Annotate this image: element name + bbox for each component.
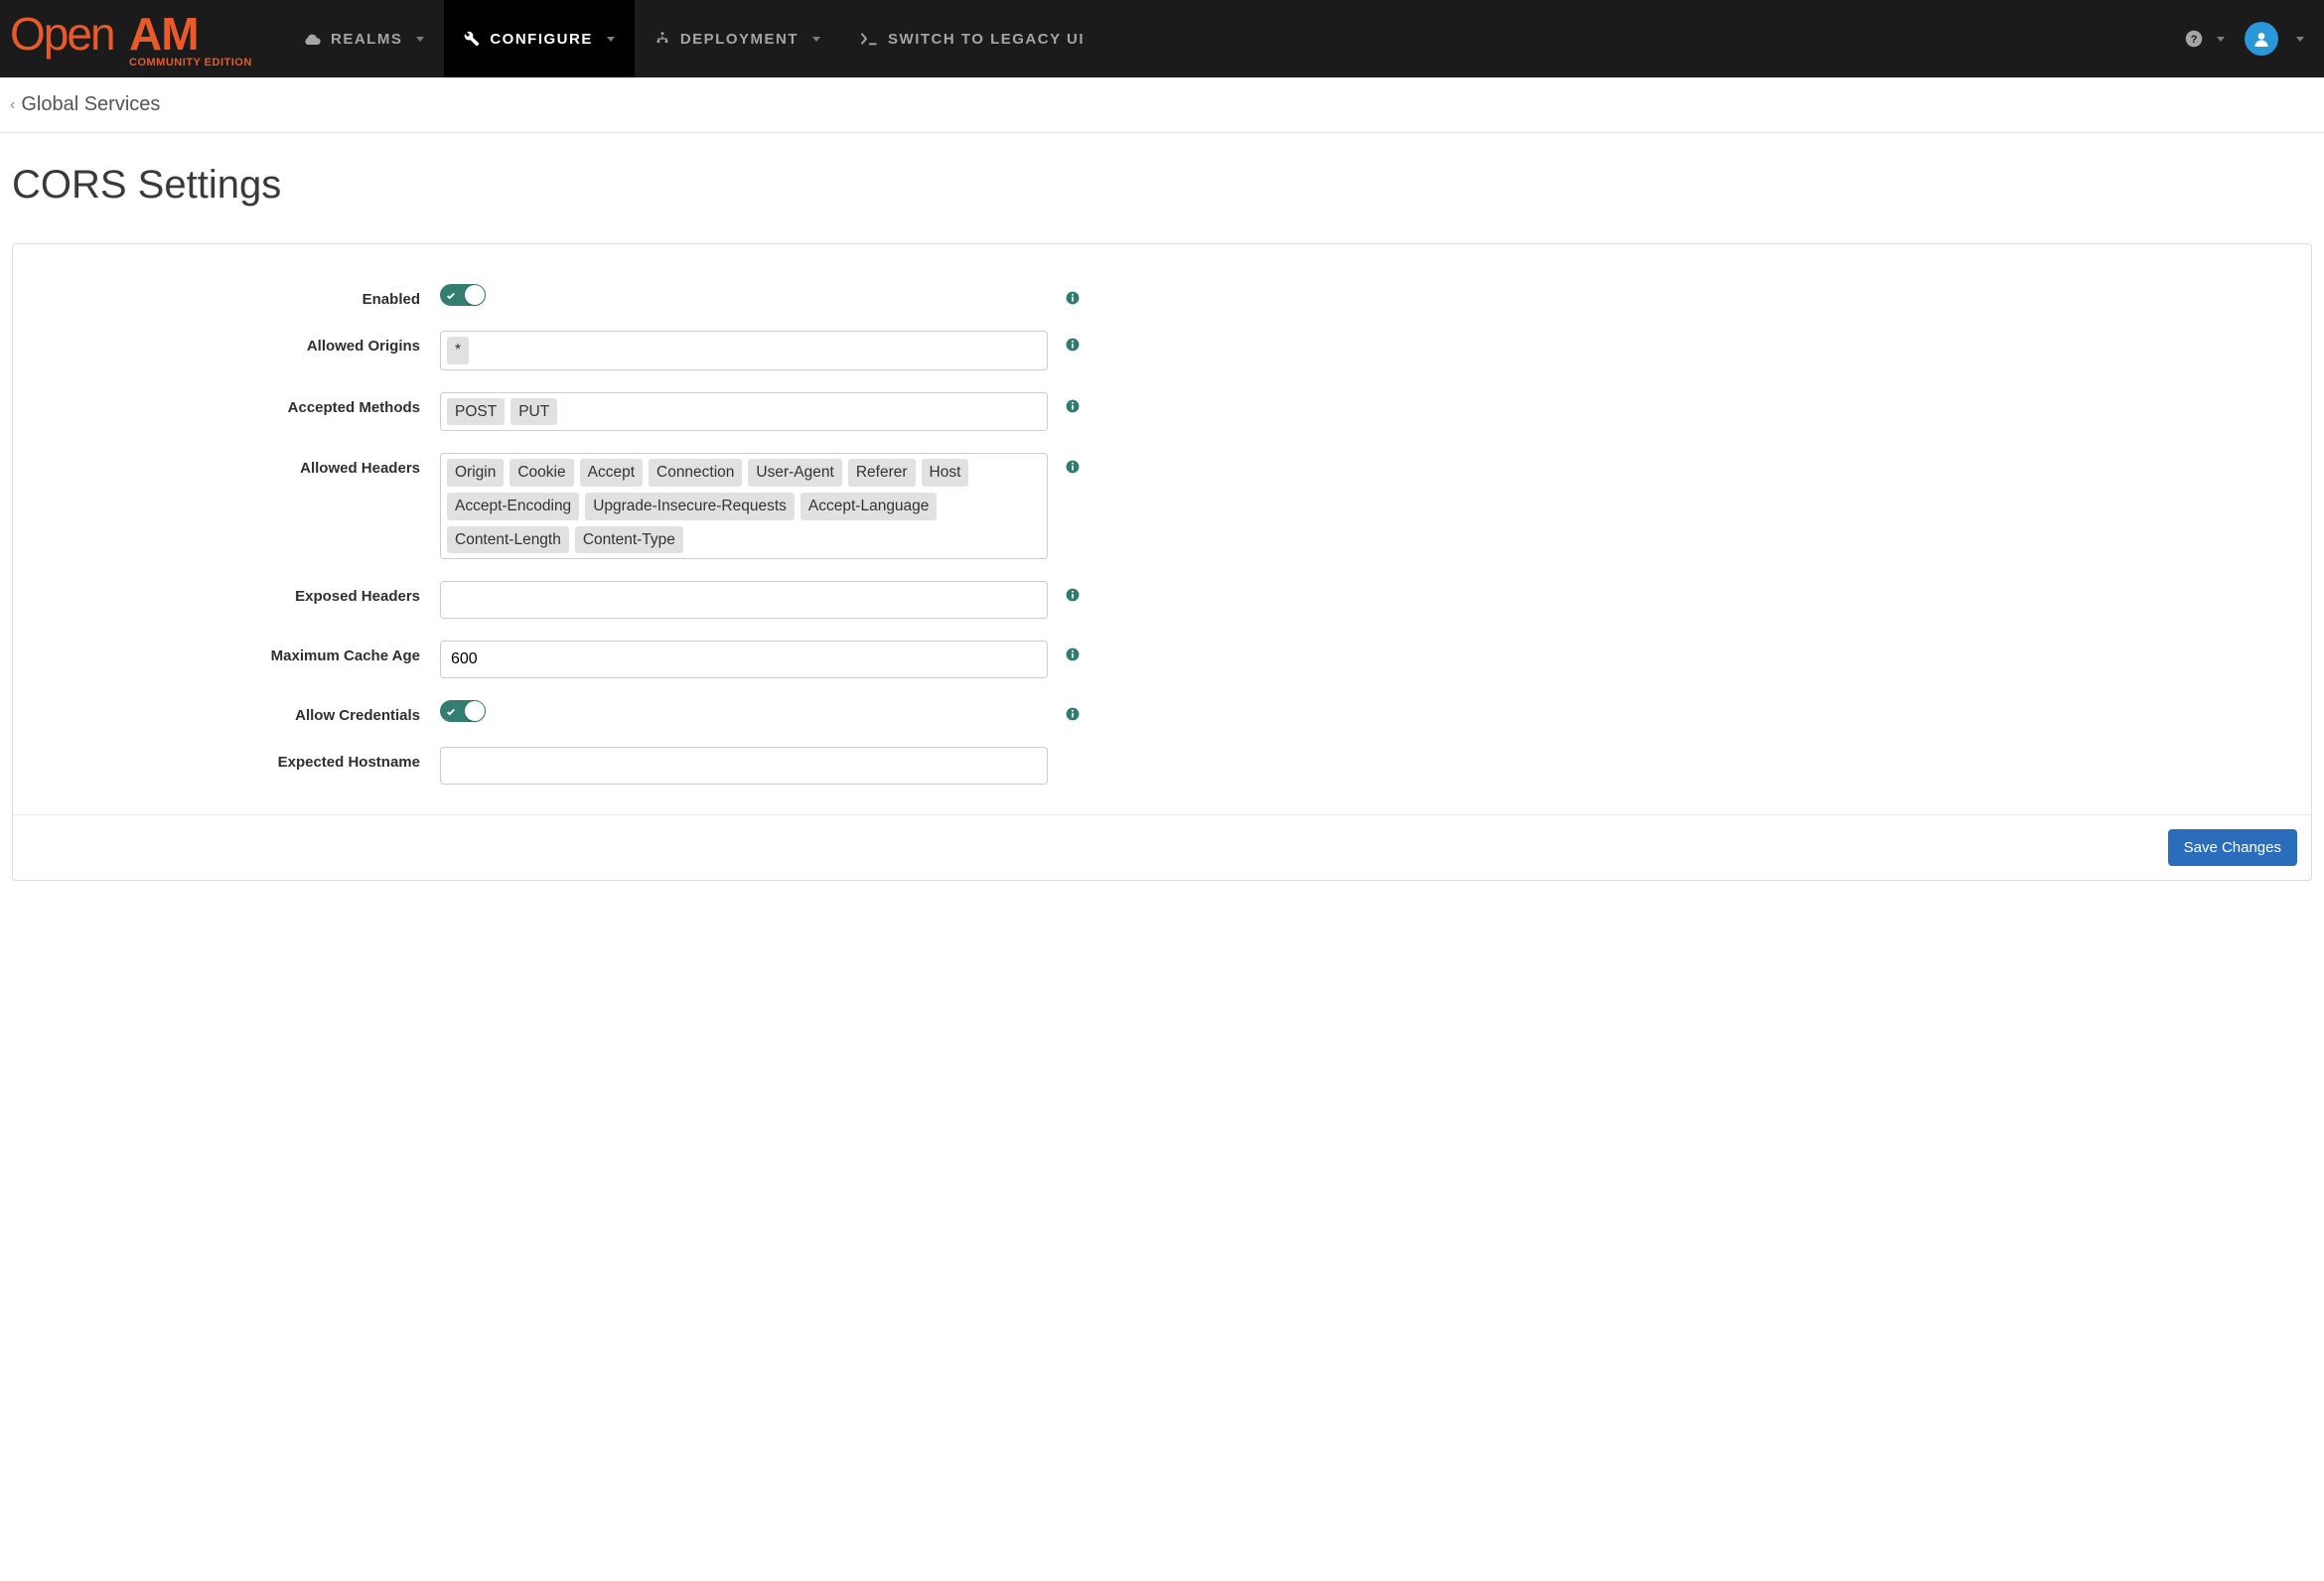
info-icon[interactable]: [1066, 338, 1080, 352]
tag[interactable]: POST: [447, 398, 505, 426]
wrench-icon: [464, 31, 480, 47]
label-allowed-origins: Allowed Origins: [43, 331, 440, 355]
caret-down-icon: [2296, 37, 2304, 42]
nav-right: ?: [2173, 22, 2324, 56]
svg-text:Open: Open: [10, 8, 114, 60]
help-button[interactable]: ?: [2173, 30, 2237, 48]
caret-down-icon: [812, 37, 820, 42]
row-enabled: Enabled: [43, 284, 2281, 309]
tag[interactable]: Content-Length: [447, 526, 569, 554]
svg-text:?: ?: [2191, 34, 2198, 46]
input-allowed-headers[interactable]: OriginCookieAcceptConnectionUser-AgentRe…: [440, 453, 1048, 559]
toggle-enabled[interactable]: [440, 284, 486, 306]
sitemap-icon: [654, 31, 670, 47]
nav-deployment[interactable]: DEPLOYMENT: [635, 0, 840, 77]
row-accepted-methods: Accepted Methods POSTPUT: [43, 392, 2281, 432]
tag[interactable]: Cookie: [509, 459, 573, 487]
label-enabled: Enabled: [43, 284, 440, 308]
nav-legacy[interactable]: SWITCH TO LEGACY UI: [840, 0, 1104, 77]
tag[interactable]: Referer: [848, 459, 916, 487]
caret-down-icon: [416, 37, 424, 42]
label-accepted-methods: Accepted Methods: [43, 392, 440, 416]
tag[interactable]: Connection: [649, 459, 742, 487]
caret-down-icon: [2217, 37, 2225, 42]
cloud-icon: [303, 32, 321, 46]
breadcrumb: ‹ Global Services: [0, 77, 2324, 133]
nav-realms-label: REALMS: [331, 31, 402, 48]
logo[interactable]: Open AM COMMUNITY EDITION: [0, 8, 283, 70]
nav-configure[interactable]: CONFIGURE: [444, 0, 635, 77]
top-nav: Open AM COMMUNITY EDITION REALMS CONFIGU…: [0, 0, 2324, 77]
tag[interactable]: Accept: [580, 459, 643, 487]
tag[interactable]: Accept-Encoding: [447, 493, 579, 520]
tag[interactable]: Host: [922, 459, 969, 487]
info-icon[interactable]: [1066, 460, 1080, 474]
check-icon: [446, 704, 456, 721]
user-icon: [2253, 31, 2269, 47]
tag[interactable]: Origin: [447, 459, 504, 487]
label-allow-credentials: Allow Credentials: [43, 700, 440, 724]
tag[interactable]: PUT: [510, 398, 557, 426]
info-icon[interactable]: [1066, 647, 1080, 661]
label-max-cache-age: Maximum Cache Age: [43, 641, 440, 664]
terminal-icon: [860, 32, 878, 46]
nav-deployment-label: DEPLOYMENT: [680, 31, 799, 48]
user-menu[interactable]: [2245, 22, 2304, 56]
settings-panel: Enabled Allowed Origins * Accepted Metho…: [12, 243, 2312, 881]
svg-text:COMMUNITY EDITION: COMMUNITY EDITION: [129, 57, 252, 69]
row-max-cache-age: Maximum Cache Age: [43, 641, 2281, 678]
tag[interactable]: User-Agent: [748, 459, 841, 487]
input-accepted-methods[interactable]: POSTPUT: [440, 392, 1048, 432]
input-expected-hostname[interactable]: [440, 747, 1048, 785]
nav-configure-label: CONFIGURE: [490, 31, 593, 48]
caret-down-icon: [607, 37, 615, 42]
avatar: [2245, 22, 2278, 56]
input-allowed-origins[interactable]: *: [440, 331, 1048, 370]
info-icon[interactable]: [1066, 291, 1080, 305]
info-icon[interactable]: [1066, 588, 1080, 602]
check-icon: [446, 288, 456, 305]
input-max-cache-age[interactable]: [440, 641, 1048, 678]
nav-realms[interactable]: REALMS: [283, 0, 444, 77]
nav-items: REALMS CONFIGURE DEPLOYMENT SWITCH TO LE…: [283, 0, 2173, 77]
page-title: CORS Settings: [12, 163, 2312, 208]
row-allowed-headers: Allowed Headers OriginCookieAcceptConnec…: [43, 453, 2281, 559]
row-expected-hostname: Expected Hostname: [43, 747, 2281, 785]
label-exposed-headers: Exposed Headers: [43, 581, 440, 605]
nav-legacy-label: SWITCH TO LEGACY UI: [888, 31, 1085, 48]
row-allowed-origins: Allowed Origins *: [43, 331, 2281, 370]
chevron-left-icon: ‹: [10, 96, 15, 114]
label-allowed-headers: Allowed Headers: [43, 453, 440, 477]
info-icon[interactable]: [1066, 707, 1080, 721]
tag[interactable]: Upgrade-Insecure-Requests: [585, 493, 795, 520]
save-button[interactable]: Save Changes: [2168, 829, 2297, 866]
info-icon[interactable]: [1066, 399, 1080, 413]
breadcrumb-back[interactable]: Global Services: [21, 93, 160, 116]
input-exposed-headers[interactable]: [440, 581, 1048, 619]
svg-text:AM: AM: [129, 8, 199, 60]
label-expected-hostname: Expected Hostname: [43, 747, 440, 771]
row-exposed-headers: Exposed Headers: [43, 581, 2281, 619]
tag[interactable]: Accept-Language: [800, 493, 938, 520]
tag[interactable]: *: [447, 337, 469, 364]
row-allow-credentials: Allow Credentials: [43, 700, 2281, 725]
help-icon: ?: [2185, 30, 2203, 48]
tag[interactable]: Content-Type: [575, 526, 683, 554]
toggle-allow-credentials[interactable]: [440, 700, 486, 722]
